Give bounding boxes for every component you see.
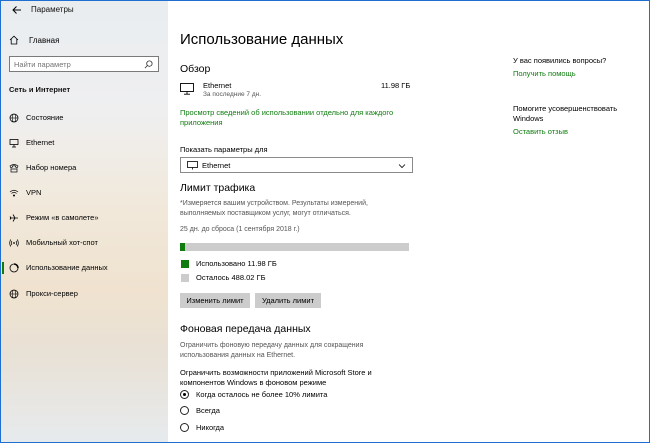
vpn-icon	[9, 189, 19, 197]
network-select-value: Ethernet	[202, 161, 231, 170]
restrict-label: Ограничить возможности приложений Micros…	[180, 368, 372, 388]
sidebar-item-airplane[interactable]: Режим «в самолете»	[1, 209, 168, 227]
remaining-label: Осталось 488.02 ГБ	[196, 273, 266, 282]
sidebar-item-status[interactable]: Состояние	[1, 109, 168, 127]
sidebar: Главная Сеть и Интернет Состояние	[1, 1, 168, 442]
home-nav-item[interactable]: Главная	[9, 33, 59, 47]
used-label: Использовано 11.98 ГБ	[196, 259, 277, 268]
selection-indicator	[2, 262, 4, 274]
ethernet-icon	[9, 139, 19, 148]
radio-option-always[interactable]	[180, 406, 189, 415]
settings-window: Главная Сеть и Интернет Состояние	[0, 0, 650, 443]
background-desc: Ограничить фоновую передачу данных для с…	[180, 341, 363, 361]
feedback-link[interactable]: Оставить отзыв	[513, 127, 568, 137]
home-icon	[9, 35, 19, 45]
radio-label[interactable]: Всегда	[196, 406, 220, 415]
chevron-down-icon	[398, 164, 406, 169]
get-help-link[interactable]: Получить помощь	[513, 69, 576, 79]
window-title: Параметры	[31, 5, 74, 14]
sidebar-item-ethernet[interactable]: Ethernet	[1, 134, 168, 152]
network-select[interactable]: Ethernet	[180, 157, 413, 173]
main-content: Использование данных Обзор Ethernet За п…	[168, 1, 649, 442]
section-label: Сеть и Интернет	[9, 85, 71, 94]
sidebar-item-label: Набор номера	[26, 163, 77, 172]
limit-heading: Лимит трафика	[180, 182, 256, 194]
back-arrow-icon[interactable]	[10, 3, 24, 17]
radio-option-10-percent[interactable]	[180, 390, 189, 399]
page-title: Использование данных	[180, 31, 344, 48]
usage-progress-bar	[180, 243, 409, 251]
background-data-heading: Фоновая передача данных	[180, 323, 311, 335]
dialup-icon	[9, 164, 19, 173]
remaining-swatch	[181, 274, 189, 282]
sidebar-item-dialup[interactable]: Набор номера	[1, 159, 168, 177]
sidebar-item-data-usage[interactable]: Использование данных	[1, 259, 168, 277]
radio-option-never[interactable]	[180, 423, 189, 432]
usage-period: За последние 7 дн.	[203, 91, 262, 98]
improve-heading: Помогите усовершенствовать Windows	[513, 104, 617, 124]
desc-line: использования данных на Ethernet.	[180, 352, 296, 359]
home-label: Главная	[29, 35, 60, 45]
per-app-usage-link[interactable]: Просмотр сведений об использовании отдел…	[180, 108, 393, 128]
sidebar-item-label: Использование данных	[26, 263, 108, 272]
search-input[interactable]	[14, 59, 134, 69]
search-icon[interactable]	[144, 60, 153, 69]
sidebar-item-label: Ethernet	[26, 138, 55, 147]
change-limit-button[interactable]: Изменить лимит	[180, 293, 250, 308]
sidebar-item-label: Режим «в самолете»	[26, 213, 99, 222]
sidebar-item-hotspot[interactable]: Мобильный хот-спот	[1, 234, 168, 252]
radio-label[interactable]: Никогда	[196, 423, 224, 432]
restrict-line: компонентов Windows в фоновом режиме	[180, 378, 327, 387]
improve-line: Windows	[513, 114, 544, 123]
sidebar-item-label: VPN	[26, 188, 42, 197]
proxy-globe-icon	[9, 289, 19, 299]
radio-label[interactable]: Когда осталось не более 10% лимита	[196, 390, 327, 399]
limit-note: *Измеряется вашим устройством. Результат…	[180, 199, 368, 219]
questions-heading: У вас появились вопросы?	[513, 56, 607, 65]
ethernet-monitor-icon	[187, 161, 198, 170]
show-settings-label: Показать параметры для	[180, 145, 268, 154]
globe-icon	[9, 113, 19, 123]
ethernet-monitor-icon	[180, 83, 194, 95]
link-line: Просмотр сведений об использовании отдел…	[180, 108, 394, 117]
sidebar-item-label: Состояние	[26, 113, 64, 122]
link-line: приложения	[180, 118, 223, 127]
delete-limit-button[interactable]: Удалить лимит	[255, 293, 321, 308]
note-line: выполняемых поставщиком услуг, могут отл…	[180, 210, 351, 217]
search-box[interactable]	[9, 56, 159, 72]
reset-info: 25 дн. до сброса (1 сентября 2018 г.)	[180, 226, 300, 233]
sidebar-item-label: Прокси-сервер	[26, 289, 78, 298]
connection-name: Ethernet	[203, 81, 232, 90]
hotspot-icon	[9, 239, 19, 247]
restrict-line: Ограничить возможности приложений Micros…	[180, 368, 372, 377]
usage-value: 11.98 ГБ	[381, 81, 411, 90]
overview-heading: Обзор	[180, 63, 211, 75]
improve-line: Помогите усовершенствовать	[513, 104, 618, 113]
used-swatch	[181, 260, 189, 268]
usage-progress-fill	[180, 243, 186, 251]
desc-line: Ограничить фоновую передачу данных для с…	[180, 342, 364, 349]
airplane-icon	[9, 214, 18, 222]
sidebar-item-vpn[interactable]: VPN	[1, 184, 168, 202]
sidebar-item-label: Мобильный хот-спот	[26, 238, 98, 247]
note-line: *Измеряется вашим устройством. Результат…	[180, 200, 368, 207]
data-usage-icon	[9, 263, 19, 273]
sidebar-item-proxy[interactable]: Прокси-сервер	[1, 285, 168, 303]
